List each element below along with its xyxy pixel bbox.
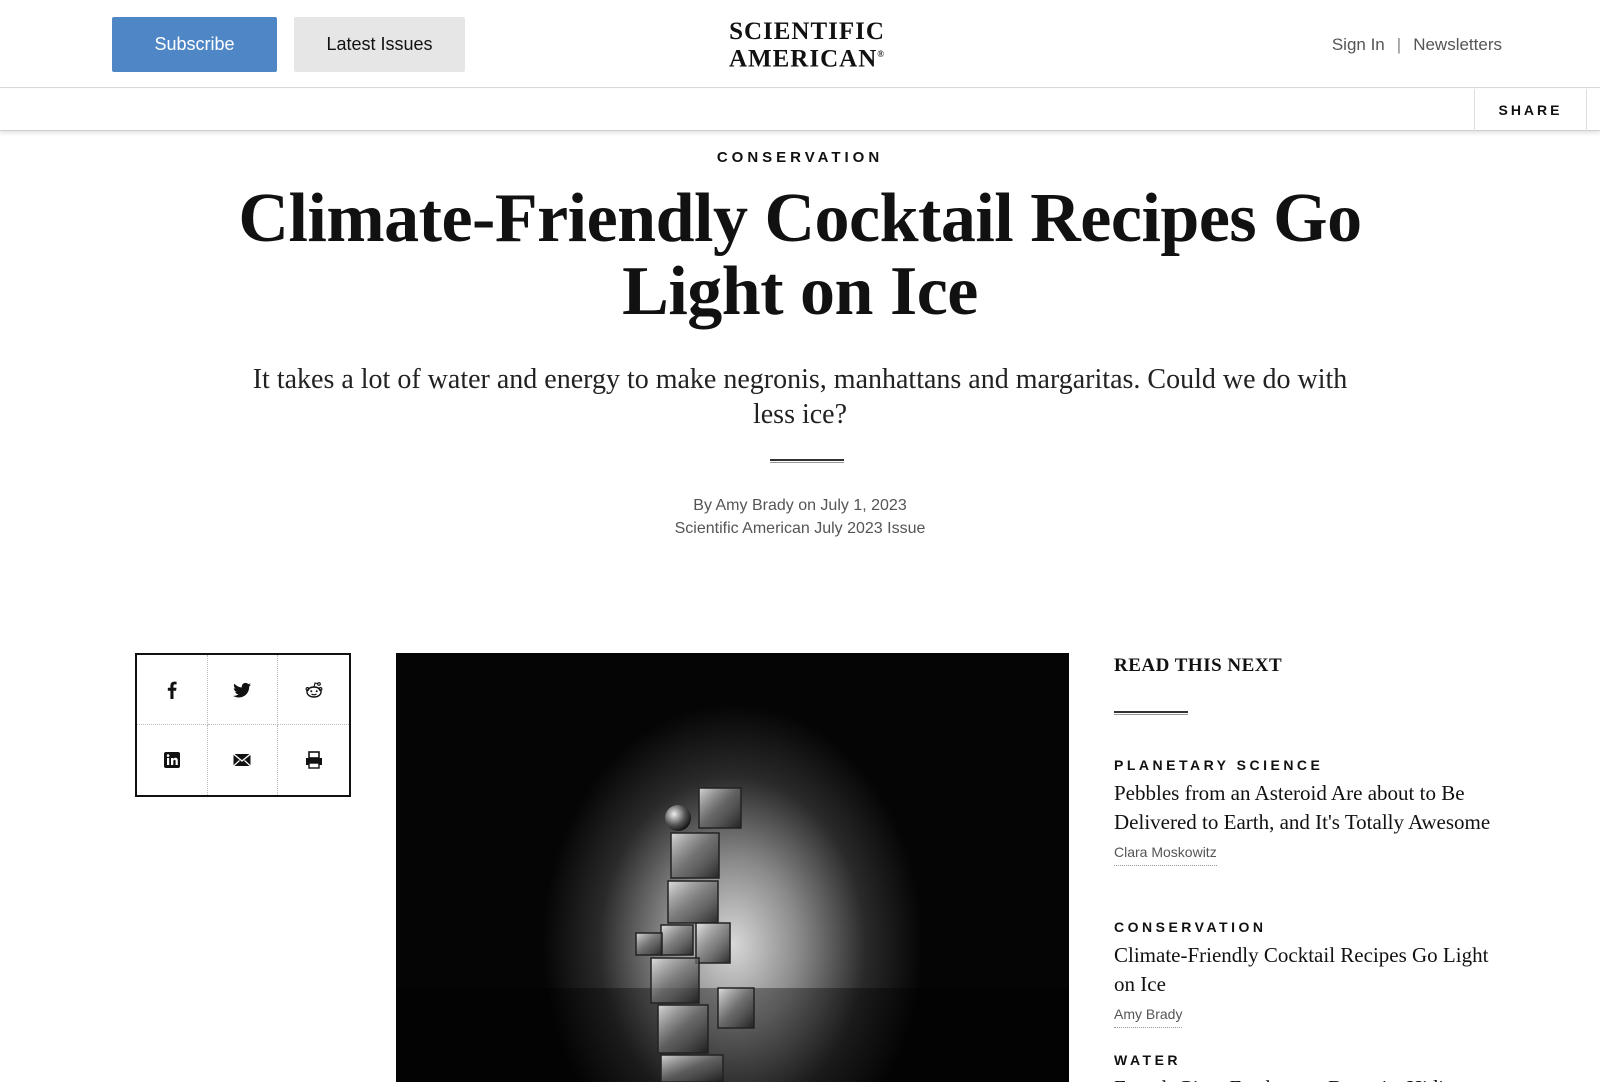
logo-line-1: SCIENTIFIC [729, 18, 885, 45]
read-next-title[interactable]: Climate-Friendly Cocktail Recipes Go Lig… [1114, 941, 1504, 999]
sticky-share-bar: SHARE [0, 89, 1600, 131]
read-next-divider [1114, 711, 1188, 715]
twitter-icon [233, 682, 252, 697]
issue-link[interactable]: Scientific American July 2023 Issue [0, 517, 1600, 540]
article-subtitle: It takes a lot of water and energy to ma… [252, 364, 1348, 430]
read-next-author[interactable]: Amy Brady [1114, 1006, 1183, 1028]
read-next-item[interactable]: PLANETARY SCIENCE Pebbles from an Astero… [1114, 755, 1504, 866]
ice-cube-tower-illustration [396, 787, 1069, 1082]
read-next-title[interactable]: French Giant Freshwater Deposits Hiding [1114, 1074, 1504, 1082]
byline-block: By Amy Brady on July 1, 2023 Scientific … [0, 494, 1600, 540]
subscribe-button[interactable]: Subscribe [112, 17, 277, 72]
read-next-heading: READ THIS NEXT [1114, 655, 1283, 676]
newsletters-link[interactable]: Newsletters [1413, 35, 1502, 55]
linkedin-icon [163, 752, 180, 768]
read-next-item[interactable]: WATER French Giant Freshwater Deposits H… [1114, 1050, 1504, 1082]
share-reddit-button[interactable] [278, 655, 349, 725]
read-next-category[interactable]: PLANETARY SCIENCE [1114, 755, 1504, 775]
read-next-title[interactable]: Pebbles from an Asteroid Are about to Be… [1114, 779, 1504, 837]
facebook-icon [167, 681, 177, 699]
latest-issues-button[interactable]: Latest Issues [294, 17, 465, 72]
byline: By Amy Brady on July 1, 2023 [693, 497, 907, 514]
article-title: Climate-Friendly Cocktail Recipes Go Lig… [238, 180, 1362, 330]
print-button[interactable] [278, 725, 349, 795]
read-next-author[interactable]: Clara Moskowitz [1114, 844, 1217, 866]
read-next-category[interactable]: WATER [1114, 1050, 1504, 1070]
logo-line-2-text: AMERICAN [728, 45, 878, 73]
reddit-icon [305, 681, 323, 698]
site-header: Subscribe Latest Issues SCIENTIFIC AMERI… [0, 0, 1600, 88]
print-icon [305, 751, 322, 769]
share-facebook-button[interactable] [137, 655, 208, 725]
site-logo[interactable]: SCIENTIFIC AMERICAN® [700, 18, 914, 73]
separator: | [1396, 35, 1402, 54]
article-category[interactable]: CONSERVATION [0, 149, 1600, 166]
sign-in-link[interactable]: Sign In [1332, 35, 1385, 55]
share-email-button[interactable] [208, 725, 279, 795]
read-next-item[interactable]: CONSERVATION Climate-Friendly Cocktail R… [1114, 917, 1504, 1028]
divider [770, 459, 844, 463]
hero-image [396, 653, 1069, 1082]
logo-line-2: AMERICAN® [700, 43, 914, 73]
registered-mark: ® [877, 49, 885, 59]
read-next-category[interactable]: CONSERVATION [1114, 917, 1504, 937]
share-linkedin-button[interactable] [137, 725, 208, 795]
email-icon [233, 753, 252, 767]
share-twitter-button[interactable] [207, 655, 279, 725]
share-grid [135, 653, 351, 797]
share-button[interactable]: SHARE [1474, 89, 1587, 131]
account-links: Sign In | Newsletters [1332, 35, 1502, 55]
